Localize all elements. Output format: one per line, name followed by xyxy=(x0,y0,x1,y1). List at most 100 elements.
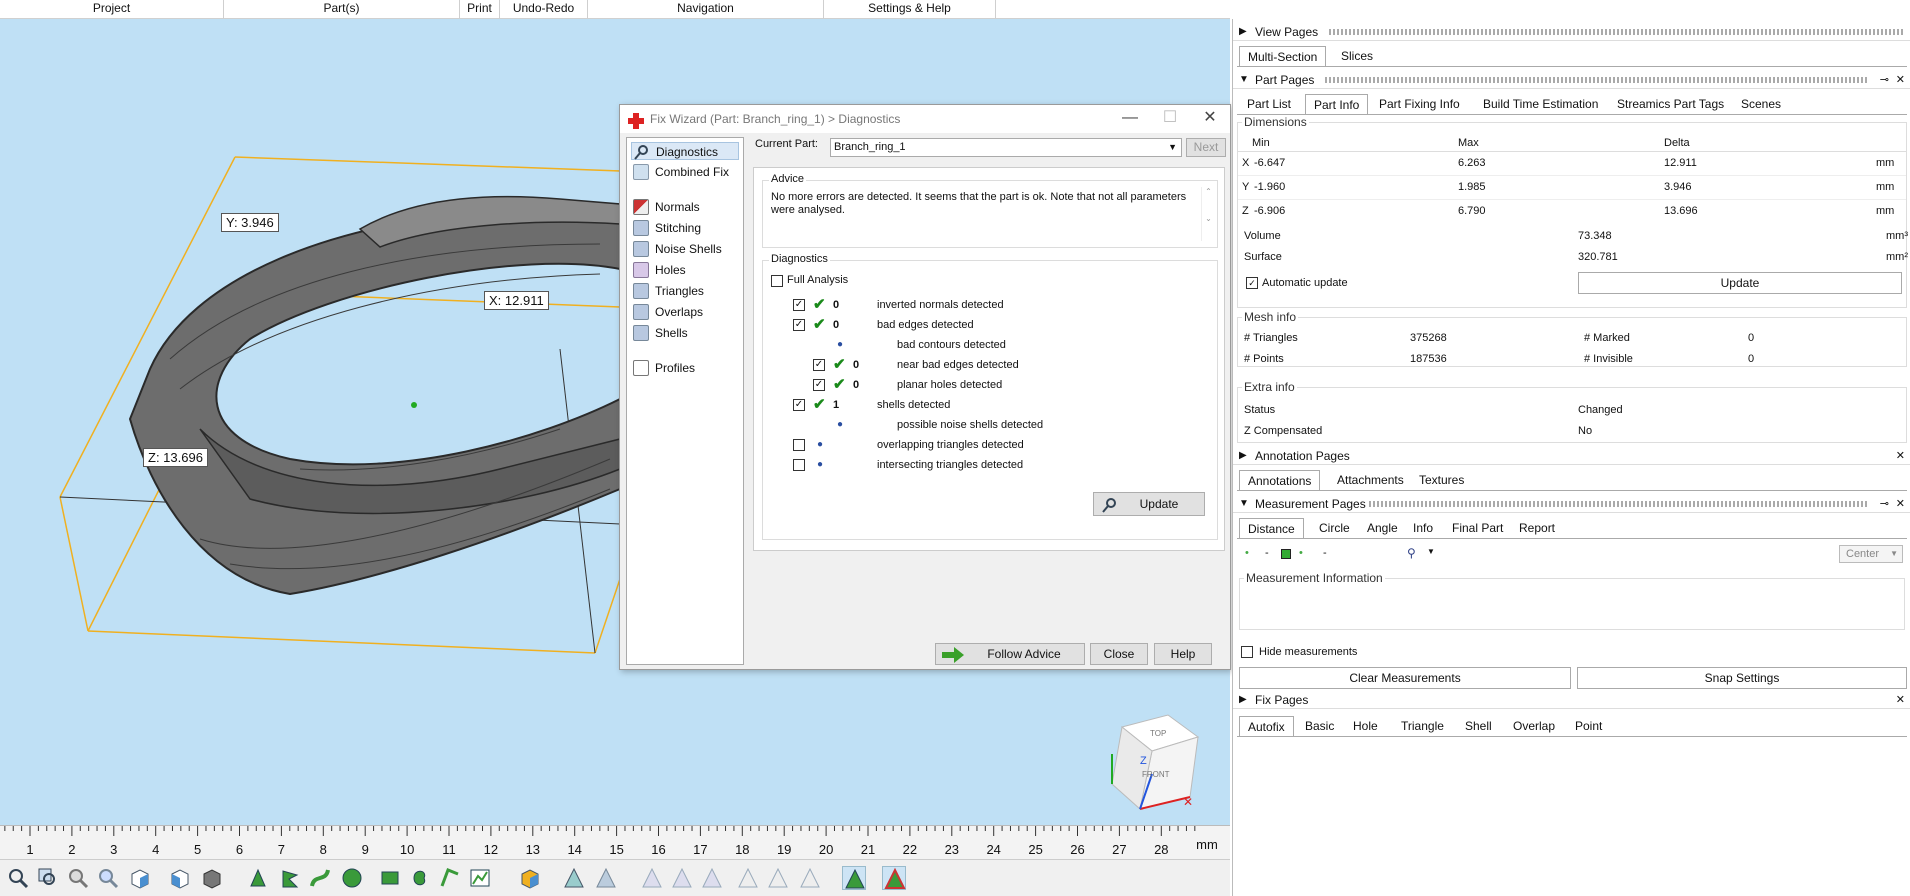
pin-icon[interactable]: ⊸ xyxy=(1880,71,1889,89)
close-button[interactable]: Close xyxy=(1090,643,1148,665)
tab-overlap[interactable]: Overlap xyxy=(1505,716,1563,736)
tab-annotations[interactable]: Annotations xyxy=(1239,470,1321,490)
diagnostics-update-button[interactable]: Update xyxy=(1093,492,1205,516)
triangle-select-icon[interactable] xyxy=(842,866,866,890)
triangle-tool-5-icon[interactable] xyxy=(700,866,724,890)
lasso-tool-icon[interactable] xyxy=(438,866,462,890)
tab-triangle[interactable]: Triangle xyxy=(1393,716,1452,736)
part-box-icon[interactable] xyxy=(518,866,542,890)
clear-measurements-button[interactable]: Clear Measurements xyxy=(1239,667,1571,689)
triangle-tool-6-icon[interactable] xyxy=(736,866,760,890)
view-shaded-icon[interactable] xyxy=(200,866,224,890)
chevron-down-icon[interactable]: ▼ xyxy=(1427,547,1435,556)
tab-part-list[interactable]: Part List xyxy=(1239,94,1299,114)
triangle-tool-8-icon[interactable] xyxy=(798,866,822,890)
planar-holes-checkbox[interactable]: ✓ xyxy=(813,379,825,391)
zoom-window-icon[interactable] xyxy=(36,866,60,890)
tab-shell[interactable]: Shell xyxy=(1457,716,1500,736)
part-pages-header[interactable]: ▼ Part Pages ⊸ ✕ xyxy=(1233,71,1910,89)
triangle-tool-4-icon[interactable] xyxy=(670,866,694,890)
sphere-tool-icon[interactable] xyxy=(340,866,364,890)
triangle-tool-2-icon[interactable] xyxy=(594,866,618,890)
view-pages-header[interactable]: ▶ View Pages xyxy=(1233,23,1910,41)
dimensions-update-button[interactable]: Update xyxy=(1578,272,1902,294)
nav-profiles[interactable]: Profiles xyxy=(631,359,695,377)
tab-basic[interactable]: Basic xyxy=(1297,716,1342,736)
tab-scenes[interactable]: Scenes xyxy=(1733,94,1789,114)
tab-part-fixing-info[interactable]: Part Fixing Info xyxy=(1371,94,1468,114)
tab-info[interactable]: Info xyxy=(1405,518,1441,538)
overlapping-checkbox[interactable] xyxy=(793,439,805,451)
shells-checkbox[interactable]: ✓ xyxy=(793,399,805,411)
close-icon[interactable]: ✕ xyxy=(1896,447,1905,465)
view-front-icon[interactable] xyxy=(168,866,192,890)
snap-settings-button[interactable]: Snap Settings xyxy=(1577,667,1907,689)
help-button[interactable]: Help xyxy=(1154,643,1212,665)
tab-attachments[interactable]: Attachments xyxy=(1329,470,1412,490)
box-tool-icon[interactable] xyxy=(1281,549,1291,559)
nav-shells[interactable]: Shells xyxy=(631,324,688,342)
arrow-tool-icon[interactable] xyxy=(246,866,270,890)
center-select[interactable]: Center ▼ xyxy=(1839,545,1903,563)
automatic-update-checkbox[interactable]: ✓ xyxy=(1246,277,1258,289)
hide-measurements-checkbox[interactable] xyxy=(1241,646,1253,658)
blob-tool-icon[interactable] xyxy=(408,866,432,890)
triangle-mark-icon[interactable] xyxy=(882,866,906,890)
menu-navigation[interactable]: Navigation xyxy=(588,0,824,19)
zoom-fit-icon[interactable] xyxy=(66,866,90,890)
tab-multi-section[interactable]: Multi-Section xyxy=(1239,46,1327,66)
nav-noise-shells[interactable]: Noise Shells xyxy=(631,240,722,258)
view-box-icon[interactable] xyxy=(128,866,152,890)
drag-grip[interactable] xyxy=(1369,501,1869,507)
tab-report[interactable]: Report xyxy=(1511,518,1563,538)
drag-grip[interactable] xyxy=(1325,77,1869,83)
pin-icon[interactable]: ⊸ xyxy=(1880,495,1889,513)
flag-tool-icon[interactable] xyxy=(278,866,302,890)
bad-edges-checkbox[interactable]: ✓ xyxy=(793,319,805,331)
tab-hole[interactable]: Hole xyxy=(1345,716,1386,736)
intersecting-checkbox[interactable] xyxy=(793,459,805,471)
dash-tool-icon[interactable]: - xyxy=(1265,547,1269,559)
triangle-tool-1-icon[interactable] xyxy=(562,866,586,890)
dialog-title-bar[interactable]: Fix Wizard (Part: Branch_ring_1) > Diagn… xyxy=(620,105,1230,133)
triangle-tool-3-icon[interactable] xyxy=(640,866,664,890)
tab-final-part[interactable]: Final Part xyxy=(1444,518,1511,538)
menu-undo-redo[interactable]: Undo-Redo xyxy=(500,0,588,19)
measurement-pages-header[interactable]: ▼ Measurement Pages ⊸ ✕ xyxy=(1233,495,1910,513)
current-part-select[interactable]: Branch_ring_1 ▼ xyxy=(830,138,1182,157)
minimize-icon[interactable]: — xyxy=(1110,105,1150,133)
fix-pages-header[interactable]: ▶ Fix Pages ✕ xyxy=(1233,691,1910,709)
axis-tool-icon[interactable]: ⚲ xyxy=(1407,546,1416,560)
dash-tool-icon[interactable]: - xyxy=(1323,547,1327,559)
nav-diagnostics[interactable]: Diagnostics xyxy=(631,142,739,160)
tab-build-time-estimation[interactable]: Build Time Estimation xyxy=(1475,94,1606,114)
close-icon[interactable]: ✕ xyxy=(1190,105,1230,133)
close-icon[interactable]: ✕ xyxy=(1896,71,1905,89)
tab-textures[interactable]: Textures xyxy=(1411,470,1472,490)
near-bad-edges-checkbox[interactable]: ✓ xyxy=(813,359,825,371)
menu-parts[interactable]: Part(s) xyxy=(224,0,460,19)
tab-distance[interactable]: Distance xyxy=(1239,518,1304,538)
nav-holes[interactable]: Holes xyxy=(631,261,686,279)
nav-overlaps[interactable]: Overlaps xyxy=(631,303,703,321)
point-tool-icon[interactable]: • xyxy=(1299,547,1303,559)
drag-grip[interactable] xyxy=(1329,29,1905,35)
point-tool-icon[interactable]: • xyxy=(1245,547,1249,559)
tab-autofix[interactable]: Autofix xyxy=(1239,716,1294,736)
rect-tool-icon[interactable] xyxy=(378,866,402,890)
close-icon[interactable]: ✕ xyxy=(1896,495,1905,513)
inverted-normals-checkbox[interactable]: ✓ xyxy=(793,299,805,311)
full-analysis-checkbox[interactable] xyxy=(771,275,783,287)
close-icon[interactable]: ✕ xyxy=(1896,691,1905,709)
advice-scrollbar[interactable]: ⌃ ⌄ xyxy=(1201,187,1215,241)
triangle-tool-7-icon[interactable] xyxy=(766,866,790,890)
maximize-icon[interactable]: ☐ xyxy=(1150,105,1190,133)
tab-streamics-part-tags[interactable]: Streamics Part Tags xyxy=(1609,94,1732,114)
menu-project[interactable]: Project xyxy=(0,0,224,19)
tab-slices[interactable]: Slices xyxy=(1333,46,1381,66)
chart-tool-icon[interactable] xyxy=(468,866,492,890)
curve-tool-icon[interactable] xyxy=(308,866,332,890)
tab-part-info[interactable]: Part Info xyxy=(1305,94,1369,114)
nav-triangles[interactable]: Triangles xyxy=(631,282,704,300)
nav-combined-fix[interactable]: Combined Fix xyxy=(631,163,729,181)
